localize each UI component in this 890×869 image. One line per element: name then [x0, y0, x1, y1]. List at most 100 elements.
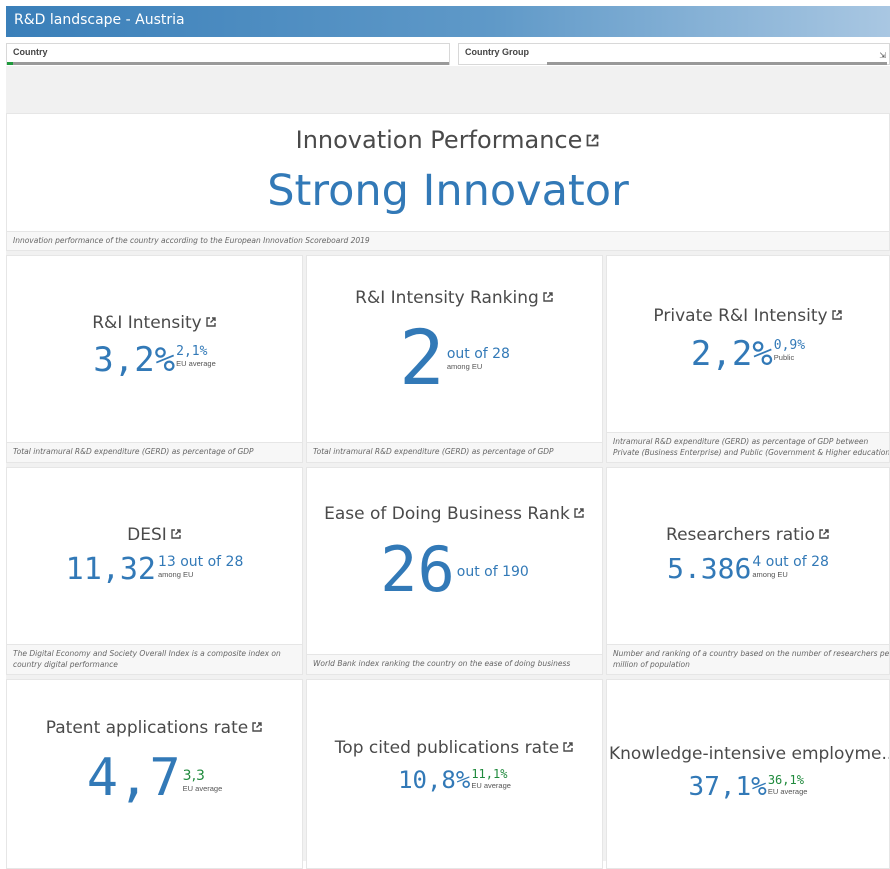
app-title: R&D landscape - Austria	[14, 12, 185, 28]
patents-compare-label: EU average	[182, 784, 223, 793]
private-ri-footer-line2: Private (Business Enterprise) and Public…	[613, 448, 890, 457]
external-link-icon[interactable]	[585, 133, 600, 148]
ri-intensity-title: R&I Intensity	[92, 313, 202, 333]
ri-intensity-compare-label: EU average	[176, 359, 216, 368]
country-filter[interactable]: Country	[6, 43, 450, 65]
country-filter-label: Country	[13, 47, 48, 57]
top-cited-compare: 11,1% EU average	[471, 767, 511, 790]
researchers-value: 5.386	[667, 552, 752, 585]
ri-intensity-value: 3,2%	[93, 340, 176, 380]
top-cited-value: 10,8%	[398, 766, 471, 794]
innovation-footer: Innovation performance of the country ac…	[7, 231, 889, 250]
private-ri-compare-value: 0,9%	[773, 338, 806, 353]
desi-footer: The Digital Economy and Society Overall …	[7, 644, 302, 674]
ri-intensity-compare-value: 2,1%	[176, 344, 208, 359]
knowledge-panel[interactable]: Knowledge-intensive employme... 37,1% 36…	[606, 679, 890, 869]
patents-panel[interactable]: Patent applications rate 4,7 3,3 EU aver…	[6, 679, 303, 869]
innovation-performance-panel[interactable]: Innovation Performance Strong Innovator …	[6, 113, 890, 251]
private-ri-panel[interactable]: Private R&I Intensity 2,2% 0,9% Public I…	[606, 255, 890, 463]
knowledge-kpi: 37,1% 36,1% EU average	[607, 772, 889, 802]
researchers-title-row: Researchers ratio	[607, 525, 889, 545]
ri-ranking-compare-label: among EU	[446, 362, 483, 371]
ri-ranking-panel[interactable]: R&I Intensity Ranking 2 out of 28 among …	[306, 255, 603, 463]
desi-value: 11,32	[65, 552, 156, 587]
private-ri-compare-label: Public	[773, 353, 795, 362]
patents-compare-value: 3,3	[182, 768, 205, 784]
external-link-icon[interactable]	[205, 316, 217, 328]
ease-business-panel[interactable]: Ease of Doing Business Rank 26 out of 19…	[306, 467, 603, 675]
researchers-panel[interactable]: Researchers ratio 5.386 4 out of 28 amon…	[606, 467, 890, 675]
ri-ranking-title-row: R&I Intensity Ranking	[307, 288, 602, 308]
private-ri-title: Private R&I Intensity	[653, 306, 828, 326]
external-link-icon[interactable]	[542, 291, 554, 303]
ease-business-footer: World Bank index ranking the country on …	[307, 654, 602, 674]
ri-intensity-panel[interactable]: R&I Intensity 3,2% 2,1% EU average Total…	[6, 255, 303, 463]
private-ri-value: 2,2%	[690, 334, 773, 374]
external-link-icon[interactable]	[170, 528, 182, 540]
top-cited-kpi: 10,8% 11,1% EU average	[307, 766, 602, 794]
desi-kpi: 11,32 13 out of 28 among EU	[7, 552, 302, 587]
external-link-icon[interactable]	[251, 721, 263, 733]
knowledge-title: Knowledge-intensive employme...	[609, 744, 890, 764]
researchers-compare-label: among EU	[752, 570, 788, 579]
desi-footer-line1: The Digital Economy and Society Overall …	[13, 649, 281, 658]
country-group-filter-bar	[547, 62, 887, 65]
top-cited-title: Top cited publications rate	[334, 738, 560, 758]
ease-business-title-row: Ease of Doing Business Rank	[307, 504, 602, 524]
researchers-compare: 4 out of 28 among EU	[752, 554, 829, 579]
top-cited-title-row: Top cited publications rate	[307, 738, 602, 758]
private-ri-kpi: 2,2% 0,9% Public	[607, 334, 889, 374]
app-title-bar: R&D landscape - Austria	[6, 6, 890, 37]
patents-value: 4,7	[86, 748, 181, 808]
private-ri-title-row: Private R&I Intensity	[607, 306, 889, 326]
desi-title-row: DESI	[7, 525, 302, 545]
country-selected-indicator	[7, 62, 13, 65]
country-group-filter[interactable]: Country Group ⇲	[458, 43, 890, 65]
knowledge-value: 37,1%	[688, 772, 767, 802]
desi-compare-label: among EU	[157, 570, 194, 579]
patents-kpi: 4,7 3,3 EU average	[7, 748, 302, 808]
resize-handle-icon[interactable]: ⇲	[879, 51, 886, 60]
innovation-value: Strong Innovator	[267, 166, 629, 216]
researchers-footer: Number and ranking of a country based on…	[607, 644, 889, 674]
innovation-title: Innovation Performance	[295, 126, 583, 154]
ri-ranking-footer: Total intramural R&D expenditure (GERD) …	[307, 442, 602, 462]
patents-title-row: Patent applications rate	[7, 718, 302, 738]
country-group-filter-label: Country Group	[465, 47, 529, 57]
researchers-footer-line1: Number and ranking of a country based on…	[613, 649, 890, 658]
desi-panel[interactable]: DESI 11,32 13 out of 28 among EU The Dig…	[6, 467, 303, 675]
ease-business-compare: out of 190	[457, 564, 529, 580]
country-filter-bar	[7, 62, 449, 65]
researchers-compare-value: 4 out of 28	[752, 554, 829, 570]
patents-title: Patent applications rate	[45, 718, 249, 738]
ri-ranking-title: R&I Intensity Ranking	[355, 288, 539, 308]
ri-ranking-compare: out of 28 among EU	[447, 346, 510, 371]
private-ri-footer: Intramural R&D expenditure (GERD) as per…	[607, 432, 889, 462]
external-link-icon[interactable]	[562, 741, 574, 753]
ri-ranking-compare-value: out of 28	[446, 346, 510, 362]
ri-intensity-compare: 2,1% EU average	[176, 344, 216, 368]
knowledge-compare-value: 36,1%	[767, 773, 804, 787]
external-link-icon[interactable]	[818, 528, 830, 540]
innovation-title-row: Innovation Performance	[7, 126, 889, 154]
ease-business-kpi: 26 out of 190	[307, 534, 602, 606]
researchers-title: Researchers ratio	[666, 525, 815, 545]
desi-compare-value: 13 out of 28	[157, 554, 244, 570]
private-ri-compare: 0,9% Public	[774, 338, 805, 362]
desi-compare: 13 out of 28 among EU	[158, 554, 243, 579]
knowledge-compare-label: EU average	[767, 787, 808, 796]
ri-ranking-kpi: 2 out of 28 among EU	[307, 318, 602, 398]
top-cited-panel[interactable]: Top cited publications rate 10,8% 11,1% …	[306, 679, 603, 869]
ri-ranking-value: 2	[399, 313, 445, 402]
ease-business-compare-value: out of 190	[456, 564, 529, 580]
researchers-kpi: 5.386 4 out of 28 among EU	[607, 552, 889, 585]
external-link-icon[interactable]	[831, 309, 843, 321]
ri-intensity-title-row: R&I Intensity	[7, 313, 302, 333]
top-cited-compare-label: EU average	[471, 781, 511, 790]
filter-bar: Country Country Group ⇲	[6, 40, 890, 68]
ri-intensity-footer: Total intramural R&D expenditure (GERD) …	[7, 442, 302, 462]
top-cited-compare-value: 11,1%	[471, 767, 508, 781]
knowledge-compare: 36,1% EU average	[768, 773, 808, 796]
external-link-icon[interactable]	[573, 507, 585, 519]
patents-compare: 3,3 EU average	[183, 768, 223, 793]
